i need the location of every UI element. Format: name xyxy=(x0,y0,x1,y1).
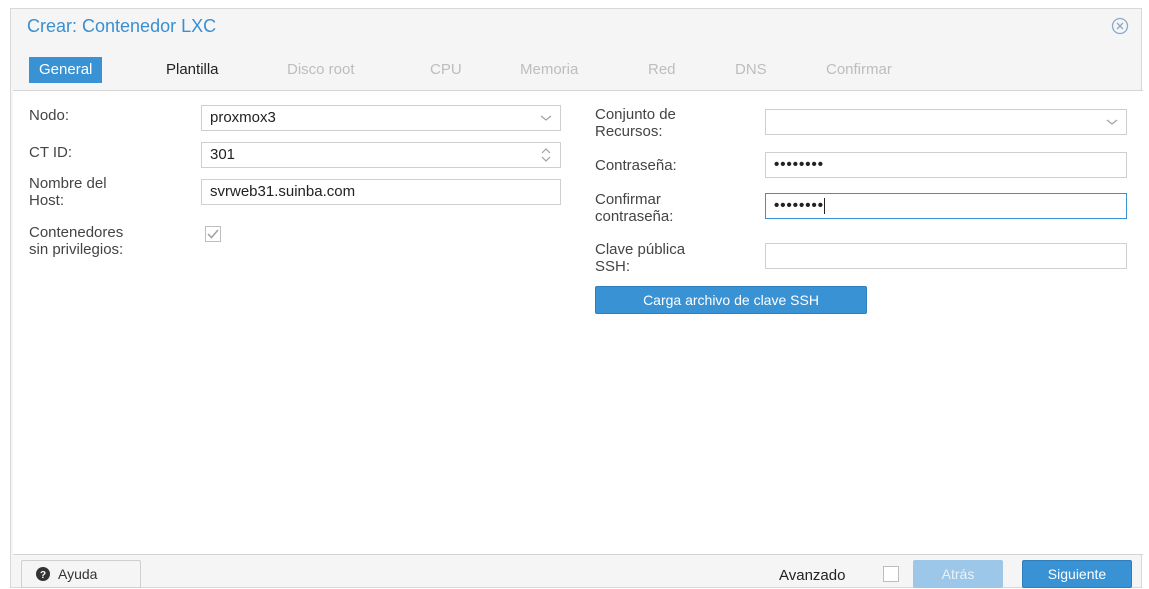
hostname-label: Nombre del Host: xyxy=(29,175,107,209)
tab-disco-root[interactable]: Disco root xyxy=(277,57,365,83)
general-panel: Nodo: proxmox3 CT ID: 301 Nombre del Hos… xyxy=(13,90,1143,555)
node-value: proxmox3 xyxy=(210,109,276,126)
create-lxc-dialog: Crear: Contenedor LXC General Plantilla … xyxy=(10,8,1143,589)
confirm-password-label: Confirmar contraseña: xyxy=(595,191,674,225)
password-label: Contraseña: xyxy=(595,157,677,174)
tab-dns[interactable]: DNS xyxy=(725,57,777,83)
hostname-input[interactable]: svrweb31.suinba.com xyxy=(201,179,561,205)
tab-memoria[interactable]: Memoria xyxy=(510,57,588,83)
unprivileged-label: Contenedores sin privilegios: xyxy=(29,224,124,258)
ctid-label: CT ID: xyxy=(29,144,73,161)
ssh-key-label: Clave pública SSH: xyxy=(595,241,686,275)
tab-red[interactable]: Red xyxy=(638,57,686,83)
tab-general[interactable]: General xyxy=(29,57,103,83)
wizard-tabs: General Plantilla Disco root CPU Memoria… xyxy=(11,53,1141,89)
node-label: Nodo: xyxy=(29,107,70,124)
close-icon[interactable] xyxy=(1111,17,1129,35)
pool-label: Conjunto de Recursos: xyxy=(595,106,676,140)
unprivileged-checkbox[interactable] xyxy=(205,226,221,242)
node-select[interactable]: proxmox3 xyxy=(201,105,561,131)
text-cursor xyxy=(824,198,826,215)
tab-plantilla[interactable]: Plantilla xyxy=(156,57,229,83)
svg-text:?: ? xyxy=(40,570,46,581)
ctid-value: 301 xyxy=(210,146,236,163)
chevron-down-icon[interactable] xyxy=(540,114,552,122)
password-input[interactable]: •••••••• xyxy=(765,152,1127,178)
advanced-label: Avanzado xyxy=(779,567,846,584)
ssh-key-input[interactable] xyxy=(765,243,1127,269)
pool-select[interactable] xyxy=(765,109,1127,135)
help-label: Ayuda xyxy=(58,566,98,582)
help-icon: ? xyxy=(36,567,50,581)
ctid-spinner[interactable]: 301 xyxy=(201,142,561,168)
load-ssh-key-button[interactable]: Carga archivo de clave SSH xyxy=(595,286,867,314)
confirm-password-input[interactable]: •••••••• xyxy=(765,193,1127,219)
help-button[interactable]: ? Ayuda xyxy=(21,560,141,588)
tab-confirmar[interactable]: Confirmar xyxy=(816,57,902,83)
dialog-title: Crear: Contenedor LXC xyxy=(27,16,217,36)
back-button[interactable]: Atrás xyxy=(913,560,1003,588)
chevron-down-icon[interactable] xyxy=(1106,118,1118,126)
next-button[interactable]: Siguiente xyxy=(1022,560,1132,588)
spinner-arrows-icon[interactable] xyxy=(540,147,552,163)
tab-cpu[interactable]: CPU xyxy=(420,57,472,83)
advanced-checkbox[interactable] xyxy=(883,566,899,582)
dialog-footer: ? Ayuda Avanzado Atrás Siguiente xyxy=(11,557,1141,589)
